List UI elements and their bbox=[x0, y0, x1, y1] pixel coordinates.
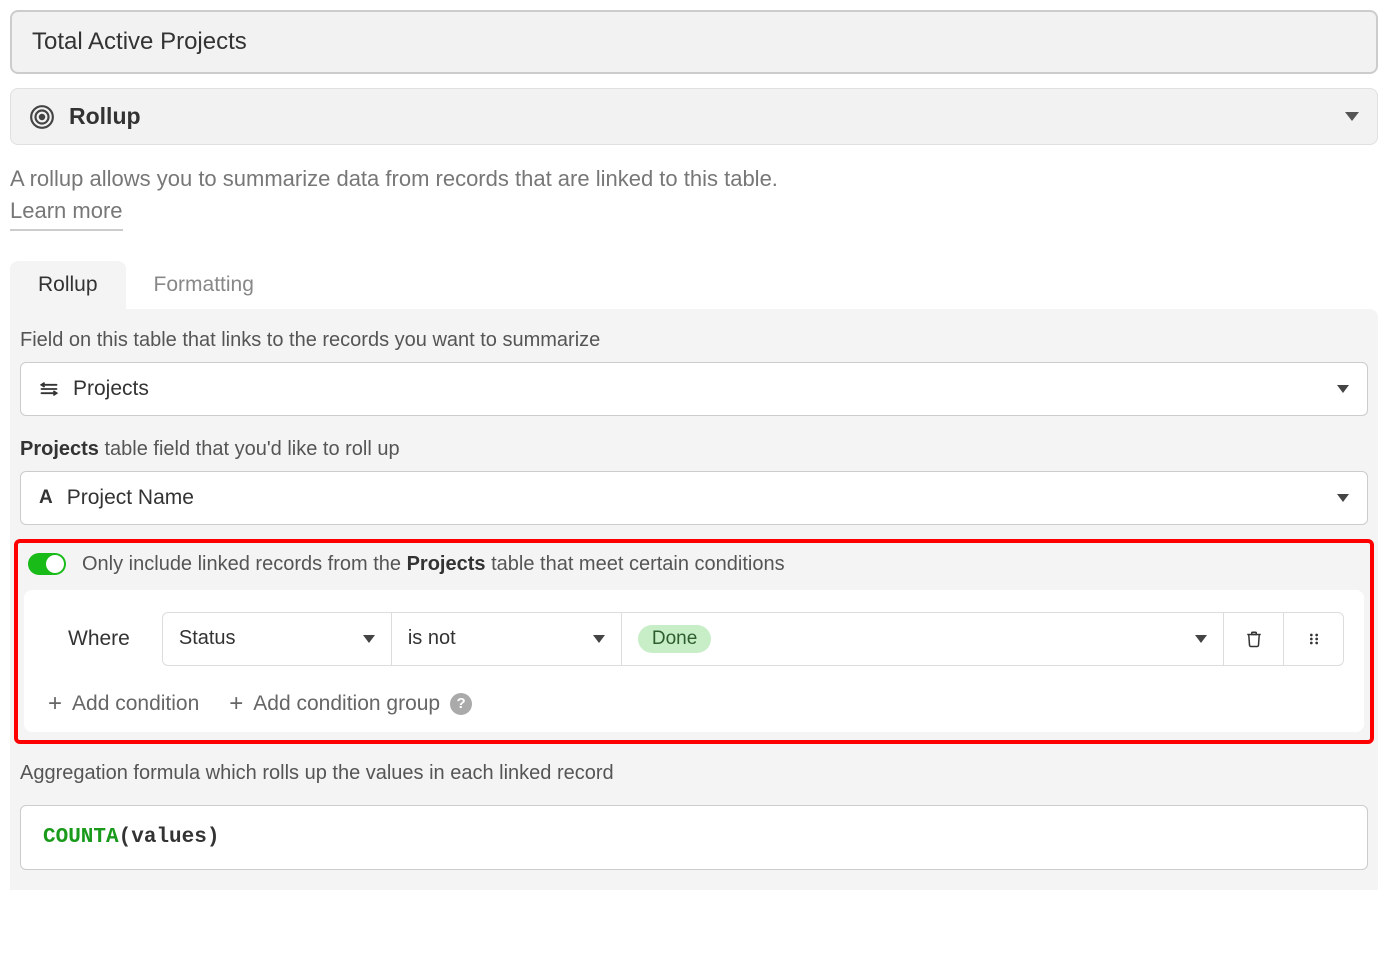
link-field-value: Projects bbox=[73, 377, 1323, 401]
chevron-down-icon bbox=[1345, 112, 1359, 121]
tab-rollup[interactable]: Rollup bbox=[10, 261, 126, 309]
description-text: A rollup allows you to summarize data fr… bbox=[10, 166, 778, 191]
rollup-field-value: Project Name bbox=[67, 486, 1323, 510]
chevron-down-icon bbox=[363, 635, 375, 643]
conditions-card: Where Status is not Done bbox=[24, 590, 1364, 732]
text-field-icon: A bbox=[39, 487, 53, 509]
condition-operator-value: is not bbox=[408, 627, 579, 650]
where-label: Where bbox=[44, 612, 162, 666]
tab-formatting[interactable]: Formatting bbox=[126, 261, 282, 309]
aggregation-label: Aggregation formula which rolls up the v… bbox=[10, 762, 1378, 795]
conditions-toggle[interactable] bbox=[28, 553, 66, 575]
chevron-down-icon bbox=[1195, 635, 1207, 643]
field-name-input[interactable] bbox=[10, 10, 1378, 74]
aggregation-formula-input[interactable]: COUNTA(values) bbox=[20, 805, 1368, 870]
rollup-icon bbox=[29, 104, 55, 130]
plus-icon: + bbox=[48, 692, 62, 716]
rollup-field-label-bold: Projects bbox=[20, 438, 99, 460]
condition-field-value: Status bbox=[179, 627, 349, 650]
field-type-label: Rollup bbox=[69, 103, 1331, 130]
condition-field-select[interactable]: Status bbox=[162, 612, 392, 666]
chevron-down-icon bbox=[593, 635, 605, 643]
rollup-config-panel: Field on this table that links to the re… bbox=[10, 309, 1378, 890]
condition-value-pill: Done bbox=[638, 625, 711, 653]
formula-function: COUNTA bbox=[43, 826, 119, 849]
formula-arg: values bbox=[131, 826, 207, 849]
add-buttons-row: + Add condition + Add condition group ? bbox=[44, 692, 1344, 716]
help-icon[interactable]: ? bbox=[450, 693, 472, 715]
link-field-label: Field on this table that links to the re… bbox=[10, 329, 1378, 362]
rollup-field-label-rest: table field that you'd like to roll up bbox=[99, 438, 400, 460]
config-tabs: Rollup Formatting bbox=[10, 261, 1378, 309]
conditions-toggle-row: Only include linked records from the Pro… bbox=[24, 553, 1364, 590]
rollup-field-select[interactable]: A Project Name bbox=[20, 471, 1368, 525]
plus-icon: + bbox=[229, 692, 243, 716]
add-condition-button[interactable]: + Add condition bbox=[48, 692, 199, 716]
conditions-toggle-label: Only include linked records from the Pro… bbox=[82, 553, 785, 576]
link-field-select[interactable]: Projects bbox=[20, 362, 1368, 416]
chevron-down-icon bbox=[1337, 385, 1349, 393]
condition-row: Where Status is not Done bbox=[44, 612, 1344, 666]
add-condition-group-label: Add condition group bbox=[253, 692, 440, 716]
delete-condition-button[interactable] bbox=[1224, 612, 1284, 666]
drag-condition-handle[interactable] bbox=[1284, 612, 1344, 666]
rollup-field-label: Projects table field that you'd like to … bbox=[10, 438, 1378, 471]
learn-more-link[interactable]: Learn more bbox=[10, 195, 123, 231]
condition-operator-select[interactable]: is not bbox=[392, 612, 622, 666]
chevron-down-icon bbox=[1337, 494, 1349, 502]
link-icon bbox=[39, 379, 59, 399]
field-type-select[interactable]: Rollup bbox=[10, 88, 1378, 145]
trash-icon bbox=[1245, 629, 1263, 649]
add-condition-label: Add condition bbox=[72, 692, 199, 716]
add-condition-group-button[interactable]: + Add condition group ? bbox=[229, 692, 472, 716]
condition-value-select[interactable]: Done bbox=[622, 612, 1224, 666]
field-type-description: A rollup allows you to summarize data fr… bbox=[10, 163, 1378, 231]
drag-icon bbox=[1306, 631, 1322, 647]
conditions-highlight: Only include linked records from the Pro… bbox=[14, 539, 1374, 744]
